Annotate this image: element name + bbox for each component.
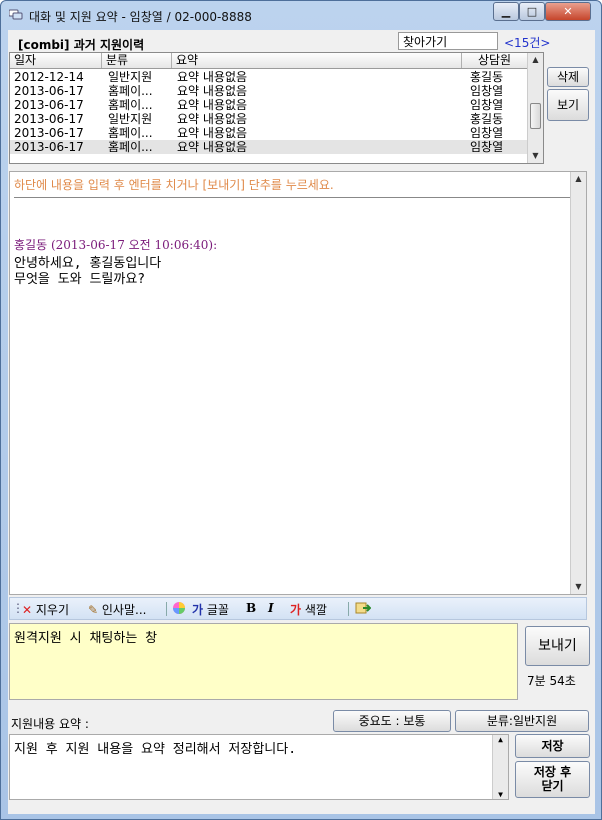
app-window: 대화 및 지원 요약 - 임창열 / 02-000-8888 ▁ □ ✕ [co… xyxy=(0,0,602,820)
message-timestamp: (2013-06-17 오전 10:06:40): xyxy=(50,238,218,252)
col-header-category[interactable]: 분류 xyxy=(102,53,172,68)
text-color-icon: 가 xyxy=(290,603,302,617)
scroll-down-arrow-icon[interactable]: ▼ xyxy=(528,149,543,163)
col-header-summary[interactable]: 요약 xyxy=(172,53,462,68)
summary-label: 지원내용 요약 : xyxy=(11,717,89,731)
history-search-input[interactable] xyxy=(398,32,498,50)
scroll-up-arrow-icon[interactable]: ▲ xyxy=(571,172,586,186)
history-title: [combi] 과거 지원이력 xyxy=(18,38,145,52)
font-icon: 가 xyxy=(192,603,204,617)
message-input[interactable]: 원격지원 시 채팅하는 창 xyxy=(9,623,518,700)
export-icon[interactable] xyxy=(355,601,372,618)
greeting-button[interactable]: ✎ 인사말... xyxy=(88,601,146,618)
minimize-button[interactable]: ▁ xyxy=(493,2,519,21)
grid-header: 일자 분류 요약 상담원 xyxy=(10,53,528,69)
delete-button[interactable]: 삭제 xyxy=(547,67,589,87)
history-scrollbar[interactable]: ▲ ▼ xyxy=(527,53,543,163)
chat-app-icon xyxy=(9,9,23,20)
message-line: 무엇을 도와 드릴까요? xyxy=(14,272,146,287)
scroll-down-arrow-icon[interactable]: ▼ xyxy=(571,580,586,594)
scroll-thumb[interactable] xyxy=(530,103,541,129)
summary-text: 지원 후 지원 내용을 요약 정리해서 저장합니다. xyxy=(14,742,297,757)
history-grid[interactable]: 일자 분류 요약 상담원 2012-12-14 일반지원 요약 내용없음 홍길동… xyxy=(9,52,544,164)
table-row[interactable]: 2013-06-17 홈페이... 요약 내용없음 임창열 xyxy=(10,84,528,98)
color-button[interactable]: 가 색깔 xyxy=(290,601,327,618)
clear-x-icon: ✕ xyxy=(22,603,33,617)
scroll-down-arrow-icon[interactable]: ▼ xyxy=(493,790,508,799)
view-button[interactable]: 보기 xyxy=(547,89,589,121)
chat-instruction: 하단에 내용을 입력 후 엔터를 치거나 [보내기] 단추를 누르세요. xyxy=(14,178,334,192)
toolbar-separator xyxy=(166,602,167,616)
table-row-selected[interactable]: 2013-06-17 홈페이... 요약 내용없음 임창열 xyxy=(10,140,528,154)
client-area: [combi] 과거 지원이력 <15건> 일자 분류 요약 상담원 2012-… xyxy=(8,30,595,814)
divider xyxy=(14,197,572,198)
clear-button[interactable]: ✕ 지우기 xyxy=(22,601,69,618)
table-row[interactable]: 2013-06-17 일반지원 요약 내용없음 홍길동 xyxy=(10,112,528,126)
window-title: 대화 및 지원 요약 - 임창열 / 02-000-8888 xyxy=(29,10,252,24)
close-button[interactable]: ✕ xyxy=(545,2,591,21)
color-wheel-icon[interactable] xyxy=(172,601,186,618)
save-close-button[interactable]: 저장 후 닫기 xyxy=(515,761,590,798)
maximize-button[interactable]: □ xyxy=(519,2,545,21)
italic-button[interactable]: I xyxy=(268,601,274,615)
col-header-date[interactable]: 일자 xyxy=(10,53,102,68)
category-button[interactable]: 분류:일반지원 xyxy=(455,710,589,732)
send-button[interactable]: 보내기 xyxy=(525,626,590,666)
bold-button[interactable]: B xyxy=(246,601,256,615)
font-button[interactable]: 가 글꼴 xyxy=(192,601,229,618)
table-row[interactable]: 2013-06-17 홈페이... 요약 내용없음 임창열 xyxy=(10,98,528,112)
col-header-agent[interactable]: 상담원 xyxy=(462,53,528,68)
message-sender: 홍길동 xyxy=(14,238,48,252)
scroll-up-arrow-icon[interactable]: ▲ xyxy=(528,53,543,67)
summary-textarea[interactable]: 지원 후 지원 내용을 요약 정리해서 저장합니다. ▲ ▼ xyxy=(9,734,509,800)
table-row[interactable]: 2013-06-17 홈페이... 요약 내용없음 임창열 xyxy=(10,126,528,140)
save-button[interactable]: 저장 xyxy=(515,734,590,758)
importance-button[interactable]: 중요도 : 보통 xyxy=(333,710,451,732)
format-toolbar: ⋮ ✕ 지우기 ✎ 인사말... 가 글꼴 B I 가 색깔 xyxy=(9,597,587,620)
toolbar-separator xyxy=(348,602,349,616)
summary-scrollbar[interactable]: ▲ ▼ xyxy=(492,735,508,799)
history-count-link[interactable]: <15건> xyxy=(504,34,550,51)
chat-scrollbar[interactable]: ▲ ▼ xyxy=(570,172,586,594)
table-row[interactable]: 2012-12-14 일반지원 요약 내용없음 홍길동 xyxy=(10,70,528,84)
chat-log[interactable]: 하단에 내용을 입력 후 엔터를 치거나 [보내기] 단추를 누르세요. 홍길동… xyxy=(9,171,587,595)
scroll-up-arrow-icon[interactable]: ▲ xyxy=(493,735,508,744)
title-bar[interactable]: 대화 및 지원 요약 - 임창열 / 02-000-8888 ▁ □ ✕ xyxy=(1,1,601,29)
greeting-note-icon: ✎ xyxy=(88,603,99,617)
message-header: 홍길동 (2013-06-17 오전 10:06:40): xyxy=(14,236,217,253)
session-timer: 7분 54초 xyxy=(527,674,576,688)
